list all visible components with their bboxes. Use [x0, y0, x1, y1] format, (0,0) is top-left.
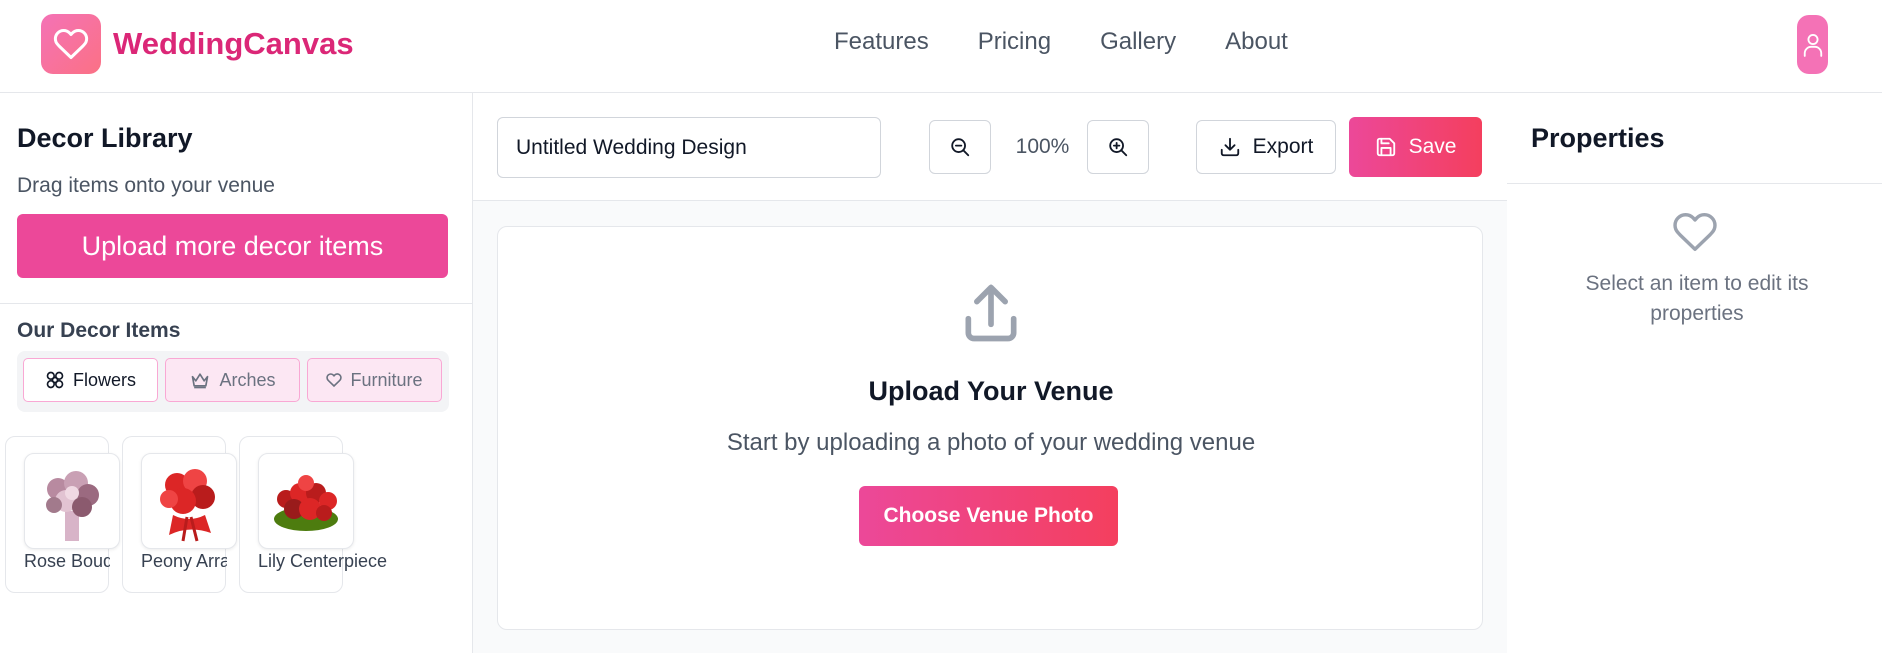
nav-features[interactable]: Features [834, 28, 929, 56]
rose-bouquet-image [24, 453, 120, 549]
tab-furniture[interactable]: Furniture [307, 358, 442, 402]
tab-furniture-label: Furniture [350, 369, 423, 390]
tab-flowers[interactable]: Flowers [23, 358, 158, 402]
peony-image [141, 453, 237, 549]
export-label: Export [1252, 135, 1314, 158]
logo[interactable] [41, 14, 101, 74]
save-icon [1376, 137, 1395, 157]
choose-venue-photo-button[interactable]: Choose Venue Photo [859, 486, 1118, 546]
properties-title: Properties [1531, 123, 1665, 153]
decor-library-panel: Decor Library Drag items onto your venue… [0, 93, 473, 653]
heart-icon [326, 373, 343, 388]
zoom-out-icon [951, 138, 970, 157]
user-icon [1803, 33, 1822, 57]
zoom-in-button[interactable] [1087, 120, 1149, 174]
upload-venue-title: Upload Your Venue [868, 376, 1114, 406]
divider [0, 303, 472, 304]
decor-item-label: Lily Centerpiece [258, 551, 388, 571]
save-button[interactable]: Save [1349, 117, 1482, 177]
tab-arches[interactable]: Arches [165, 358, 300, 402]
divider [1507, 183, 1882, 184]
export-button[interactable]: Export [1196, 120, 1336, 174]
upload-venue-subtitle: Start by uploading a photo of your weddi… [726, 429, 1256, 456]
decor-item-label: Peony Arrangement [141, 551, 227, 571]
download-icon [1220, 137, 1239, 157]
crown-icon [192, 373, 209, 389]
design-name-input[interactable] [497, 117, 881, 178]
decor-category-tabs: Flowers Arches Furniture [17, 351, 449, 412]
flower-icon [46, 371, 64, 389]
editor-toolbar: 100% Export Save [473, 93, 1507, 201]
zoom-level: 100% [1015, 135, 1070, 158]
nav-gallery[interactable]: Gallery [1100, 28, 1176, 56]
save-label: Save [1408, 135, 1457, 158]
properties-panel: Properties Select an item to edit its pr… [1507, 93, 1882, 653]
canvas-area: Upload Your Venue Start by uploading a p… [473, 201, 1507, 653]
top-navigation-bar: WeddingCanvas Features Pricing Gallery A… [0, 0, 1882, 93]
nav-pricing[interactable]: Pricing [978, 28, 1051, 56]
user-account-button[interactable] [1797, 15, 1828, 74]
decor-item-label: Rose Bouquet [24, 551, 110, 571]
heart-icon [53, 28, 89, 59]
decor-item-card[interactable]: Lily Centerpiece [239, 436, 387, 593]
properties-empty-text: Select an item to edit its properties [1585, 272, 1809, 325]
heart-icon [1673, 213, 1717, 251]
upload-icon [965, 284, 1017, 342]
decor-item-card[interactable]: Rose Bouquet [5, 436, 120, 593]
our-decor-items-title: Our Decor Items [17, 319, 181, 342]
brand-name[interactable]: WeddingCanvas [113, 26, 354, 62]
tab-flowers-label: Flowers [72, 369, 136, 390]
venue-upload-dropzone[interactable]: Upload Your Venue Start by uploading a p… [497, 226, 1483, 630]
lily-centerpiece-image [258, 453, 354, 549]
decor-library-subtitle: Drag items onto your venue [17, 174, 275, 197]
zoom-out-button[interactable] [929, 120, 991, 174]
zoom-in-icon [1109, 138, 1128, 157]
decor-item-card[interactable]: Peony Arrangement [122, 436, 237, 593]
nav-about[interactable]: About [1225, 28, 1288, 56]
upload-more-decor-button[interactable]: Upload more decor items [17, 214, 448, 278]
main-nav: Features Pricing Gallery About [834, 28, 1337, 56]
tab-arches-label: Arches [219, 369, 276, 390]
decor-library-title: Decor Library [17, 123, 193, 153]
